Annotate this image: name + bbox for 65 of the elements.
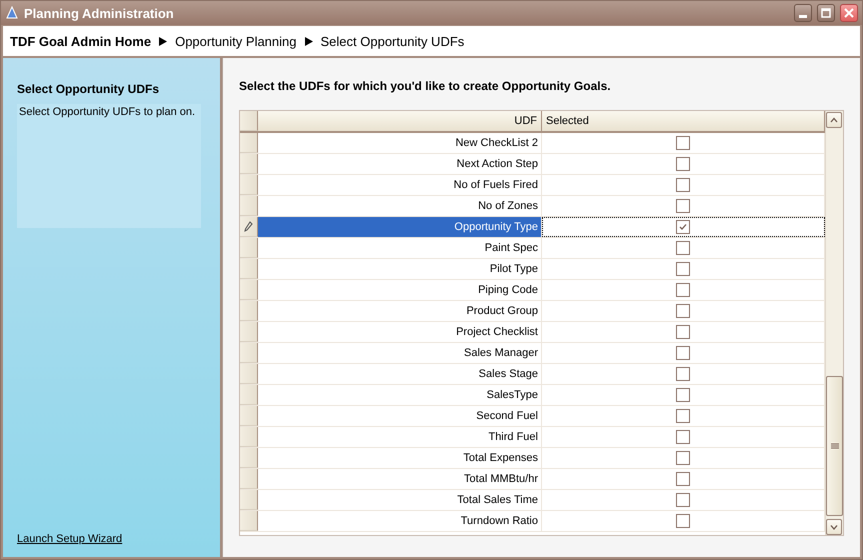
checkbox[interactable] xyxy=(676,493,690,507)
scroll-up-button[interactable] xyxy=(826,112,842,128)
minimize-button[interactable] xyxy=(794,4,812,22)
app-icon xyxy=(5,6,19,20)
table-cell[interactable]: Sales Manager xyxy=(258,343,542,363)
breadcrumb-link[interactable]: Opportunity Planning xyxy=(175,34,296,48)
checkbox[interactable] xyxy=(676,283,690,297)
separator-arrow-icon xyxy=(304,36,312,46)
checkbox[interactable] xyxy=(676,451,690,465)
table-cell[interactable]: Third Fuel xyxy=(258,427,542,447)
table-cell[interactable]: Total MMBtu/hr xyxy=(258,469,542,489)
maximize-icon xyxy=(821,8,831,18)
breadcrumb-link[interactable]: Select Opportunity UDFs xyxy=(320,34,464,48)
checkbox[interactable] xyxy=(676,409,690,423)
checkbox[interactable] xyxy=(676,304,690,318)
checkbox[interactable] xyxy=(676,367,690,381)
table-cell[interactable]: Total Sales Time xyxy=(258,490,542,510)
table-cell[interactable]: Opportunity Type xyxy=(258,217,542,237)
chevron-down-icon xyxy=(830,524,838,530)
table-cell[interactable]: Piping Code xyxy=(258,280,542,300)
table-cell[interactable]: Second Fuel xyxy=(258,406,542,426)
checkbox[interactable] xyxy=(676,262,690,276)
setup-wizard-link[interactable]: Launch Setup Wizard xyxy=(17,533,122,545)
table-cell[interactable]: Sales Stage xyxy=(258,364,542,384)
pencil-icon xyxy=(244,221,253,232)
table-cell[interactable]: Next Action Step xyxy=(258,154,542,174)
checkbox[interactable] xyxy=(676,199,690,213)
table-cell[interactable]: New CheckList 2 xyxy=(258,133,542,153)
sidebar-title: Select Opportunity UDFs xyxy=(17,82,160,96)
close-icon xyxy=(844,8,854,18)
table-cell[interactable]: Total Expenses xyxy=(258,448,542,468)
table-cell[interactable]: Paint Spec xyxy=(258,238,542,258)
checkbox[interactable] xyxy=(676,472,690,486)
window-title: Planning Administration xyxy=(24,6,175,20)
sidebar-description: Select Opportunity UDFs to plan on. xyxy=(17,104,201,228)
separator-arrow-icon xyxy=(159,36,168,46)
maximize-button[interactable] xyxy=(817,4,835,22)
close-button[interactable] xyxy=(840,4,858,22)
checkbox[interactable] xyxy=(676,325,690,339)
table-cell[interactable]: Pilot Type xyxy=(258,259,542,279)
column-header[interactable]: UDF xyxy=(258,111,542,131)
scrollbar-thumb[interactable] xyxy=(826,376,843,516)
breadcrumb-link[interactable]: TDF Goal Admin Home xyxy=(10,34,152,48)
table-cell[interactable]: No of Fuels Fired xyxy=(258,175,542,195)
checkbox[interactable] xyxy=(676,178,690,192)
table-cell[interactable]: No of Zones xyxy=(258,196,542,216)
scroll-down-button[interactable] xyxy=(826,519,842,535)
minimize-icon xyxy=(799,15,807,18)
checkbox[interactable] xyxy=(676,388,690,402)
grip-icon xyxy=(830,443,838,449)
table-cell[interactable]: SalesType xyxy=(258,385,542,405)
section-heading: Select the UDFs for which you'd like to create Opportunity Goals. xyxy=(239,79,612,93)
checkbox[interactable] xyxy=(676,136,690,150)
checkbox[interactable] xyxy=(676,157,690,171)
checkbox[interactable] xyxy=(676,514,690,528)
row-header[interactable] xyxy=(240,217,258,237)
table-cell[interactable]: Product Group xyxy=(258,301,542,321)
checkbox[interactable] xyxy=(676,220,690,234)
checkbox[interactable] xyxy=(676,346,690,360)
checkbox[interactable] xyxy=(676,241,690,255)
checkmark-icon xyxy=(678,222,688,232)
chevron-up-icon xyxy=(830,117,838,123)
checkbox[interactable] xyxy=(676,430,690,444)
table-cell[interactable]: Turndown Ratio xyxy=(258,511,542,531)
table-cell[interactable]: Project Checklist xyxy=(258,322,542,342)
